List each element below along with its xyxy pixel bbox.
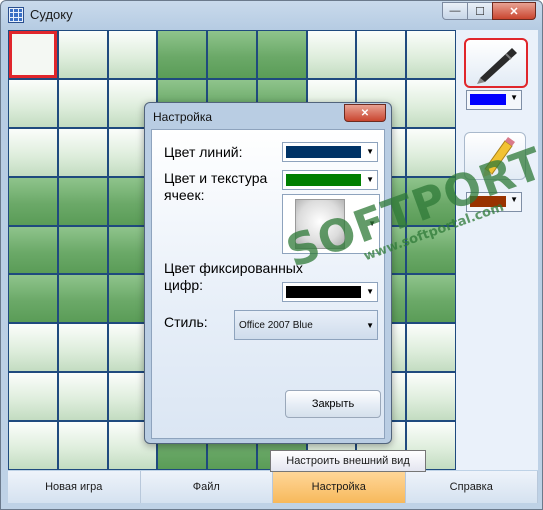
- tooltip: Настроить внешний вид: [270, 450, 426, 472]
- chevron-down-icon: ▼: [510, 93, 518, 102]
- sudoku-cell[interactable]: [357, 31, 406, 78]
- sudoku-cell[interactable]: [9, 31, 57, 78]
- style-label: Стиль:: [164, 314, 208, 330]
- close-button[interactable]: ✕: [492, 2, 536, 20]
- bottom-menu-bar: Новая игра Файл Настройка Справка: [8, 471, 538, 503]
- sudoku-cell[interactable]: [58, 31, 107, 78]
- line-color-label: Цвет линий:: [164, 144, 243, 160]
- sudoku-cell[interactable]: [58, 177, 107, 225]
- tool-panel: ▼ ▼: [456, 30, 538, 470]
- title-bar[interactable]: Судоку — ☐ ✕: [1, 1, 542, 29]
- close-dialog-button[interactable]: Закрыть: [285, 390, 381, 418]
- chevron-down-icon: ▼: [366, 287, 374, 296]
- cell-color-label: Цвет и текстура ячеек:: [164, 170, 268, 203]
- sudoku-cell[interactable]: [208, 31, 256, 78]
- fixed-digits-color-select[interactable]: ▼: [282, 282, 378, 302]
- settings-dialog: Настройка ✕ Цвет линий: ▼ Цвет и текстур…: [144, 102, 392, 444]
- line-color-swatch: [286, 146, 361, 158]
- menu-item[interactable]: Настройка: [273, 471, 406, 503]
- sudoku-cell[interactable]: [9, 226, 57, 274]
- chevron-down-icon: ▼: [366, 321, 374, 330]
- sudoku-cell[interactable]: [9, 324, 57, 372]
- sudoku-cell[interactable]: [158, 31, 207, 78]
- sudoku-cell[interactable]: [58, 324, 107, 372]
- sudoku-cell[interactable]: [9, 177, 57, 225]
- sudoku-cell[interactable]: [9, 275, 57, 323]
- chevron-down-icon: ▼: [366, 147, 374, 156]
- fixed-digits-color-swatch: [286, 286, 361, 298]
- menu-item[interactable]: Файл: [140, 471, 273, 503]
- sudoku-cell[interactable]: [108, 31, 157, 78]
- sudoku-cell[interactable]: [9, 79, 57, 127]
- window-title: Судоку: [30, 7, 73, 22]
- sudoku-cell[interactable]: [58, 275, 107, 323]
- dialog-close-button[interactable]: ✕: [344, 104, 386, 122]
- sudoku-cell[interactable]: [58, 79, 107, 127]
- dialog-title: Настройка: [153, 110, 213, 124]
- sudoku-cell[interactable]: [58, 373, 107, 421]
- cell-color-swatch: [286, 174, 361, 186]
- menu-item[interactable]: Справка: [405, 471, 538, 503]
- chevron-down-icon: ▼: [366, 175, 374, 184]
- style-select[interactable]: Office 2007 Blue ▼: [234, 310, 378, 340]
- sudoku-cell[interactable]: [9, 373, 57, 421]
- sudoku-cell[interactable]: [407, 373, 455, 421]
- sudoku-cell[interactable]: [257, 31, 306, 78]
- sudoku-cell[interactable]: [58, 422, 107, 469]
- sudoku-cell[interactable]: [9, 422, 57, 469]
- cell-color-select[interactable]: ▼: [282, 170, 378, 190]
- sudoku-cell[interactable]: [58, 226, 107, 274]
- sudoku-cell[interactable]: [9, 128, 57, 176]
- line-color-select[interactable]: ▼: [282, 142, 378, 162]
- dialog-body: Цвет линий: ▼ Цвет и текстура ячеек: ▼ ▼…: [151, 129, 385, 439]
- pen-color-swatch: [470, 94, 506, 105]
- maximize-button[interactable]: ☐: [467, 2, 493, 20]
- sudoku-cell[interactable]: [407, 31, 455, 78]
- sudoku-app-icon: [8, 7, 24, 23]
- style-select-value: Office 2007 Blue: [239, 320, 313, 331]
- minimize-button[interactable]: —: [442, 2, 468, 20]
- sudoku-cell[interactable]: [407, 79, 455, 127]
- pen-color-select[interactable]: ▼: [466, 90, 522, 110]
- menu-item[interactable]: Новая игра: [8, 471, 141, 503]
- pen-icon: [477, 48, 517, 84]
- sudoku-cell[interactable]: [407, 275, 455, 323]
- sudoku-cell[interactable]: [407, 324, 455, 372]
- sudoku-cell[interactable]: [58, 128, 107, 176]
- pen-tool-button[interactable]: [464, 38, 528, 88]
- sudoku-cell[interactable]: [307, 31, 356, 78]
